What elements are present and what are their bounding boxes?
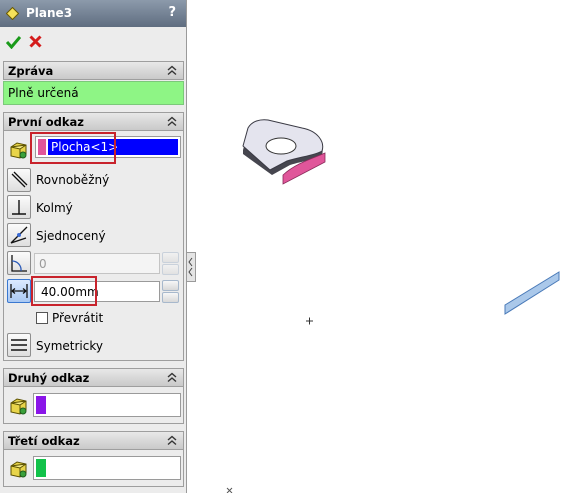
ok-check-icon[interactable] <box>6 35 21 49</box>
collapse-chevron-icon[interactable] <box>167 65 177 76</box>
plane-icon <box>6 7 19 20</box>
confirm-row <box>0 27 186 57</box>
perpendicular-label: Kolmý <box>36 201 73 215</box>
collapse-chevron-icon[interactable] <box>167 116 177 127</box>
selection-color-swatch <box>36 459 46 477</box>
help-button[interactable]: ? <box>168 5 176 20</box>
third-reference-header[interactable]: Třetí odkaz <box>3 431 184 450</box>
panel-title: Plane3 <box>26 6 73 20</box>
axis-marker-icon <box>226 487 233 493</box>
second-reference-body <box>3 387 184 424</box>
angle-value: 0 <box>39 257 47 271</box>
third-reference-title: Třetí odkaz <box>8 434 80 448</box>
coincident-icon <box>10 226 28 244</box>
angle-spinner[interactable] <box>162 252 179 275</box>
face-selection-icon <box>10 398 27 415</box>
second-reference-header[interactable]: Druhý odkaz <box>3 368 184 387</box>
distance-callout <box>31 276 97 306</box>
part-model[interactable] <box>242 119 326 185</box>
message-section-title: Zpráva <box>8 64 54 78</box>
coincident-button[interactable] <box>7 223 31 247</box>
flip-checkbox[interactable] <box>36 312 48 324</box>
distance-icon <box>10 284 28 298</box>
graphics-viewport[interactable] <box>188 0 574 493</box>
parallel-label: Rovnoběžný <box>36 173 110 187</box>
angle-icon <box>11 255 27 272</box>
face-selection-icon <box>10 142 27 159</box>
panel-titlebar: Plane3 ? <box>0 0 186 27</box>
message-box: Plně určená <box>3 81 184 105</box>
parallel-button[interactable] <box>7 168 31 192</box>
property-manager-panel: Plane3 ? Zpráva Plně určená První odkaz <box>0 0 187 493</box>
spin-down-arrow[interactable] <box>162 292 179 303</box>
angle-input[interactable]: 0 <box>34 253 160 274</box>
spin-down-arrow[interactable] <box>162 264 179 275</box>
face-selection-icon <box>10 461 27 478</box>
first-reference-title: První odkaz <box>8 115 84 129</box>
second-reference-selection-list[interactable] <box>33 393 181 417</box>
distance-button[interactable] <box>7 279 31 303</box>
symmetric-icon <box>11 339 27 351</box>
collapse-chevron-icon[interactable] <box>167 372 177 383</box>
perpendicular-icon <box>12 200 26 215</box>
message-text: Plně určená <box>8 86 79 100</box>
reference-plane-preview[interactable] <box>504 271 560 315</box>
origin-marker-icon <box>306 317 313 325</box>
second-reference-title: Druhý odkaz <box>8 371 90 385</box>
selection-color-swatch <box>36 396 46 414</box>
collapse-chevron-icon[interactable] <box>167 435 177 446</box>
spin-up-arrow[interactable] <box>162 280 179 291</box>
third-reference-selection-list[interactable] <box>33 456 181 480</box>
cancel-x-icon[interactable] <box>29 35 42 48</box>
coincident-label: Sjednocený <box>36 229 106 243</box>
parallel-icon <box>11 171 28 188</box>
distance-spinner[interactable] <box>162 280 179 303</box>
perpendicular-button[interactable] <box>7 195 31 219</box>
symmetric-button[interactable] <box>7 333 31 357</box>
spin-up-arrow[interactable] <box>162 252 179 263</box>
selection-callout <box>30 132 116 164</box>
first-reference-header[interactable]: První odkaz <box>3 112 184 131</box>
symmetric-label: Symetricky <box>36 339 103 353</box>
angle-button[interactable] <box>7 251 31 275</box>
message-section-header[interactable]: Zpráva <box>3 61 184 80</box>
flip-label: Převrátit <box>52 311 104 325</box>
third-reference-body <box>3 450 184 487</box>
